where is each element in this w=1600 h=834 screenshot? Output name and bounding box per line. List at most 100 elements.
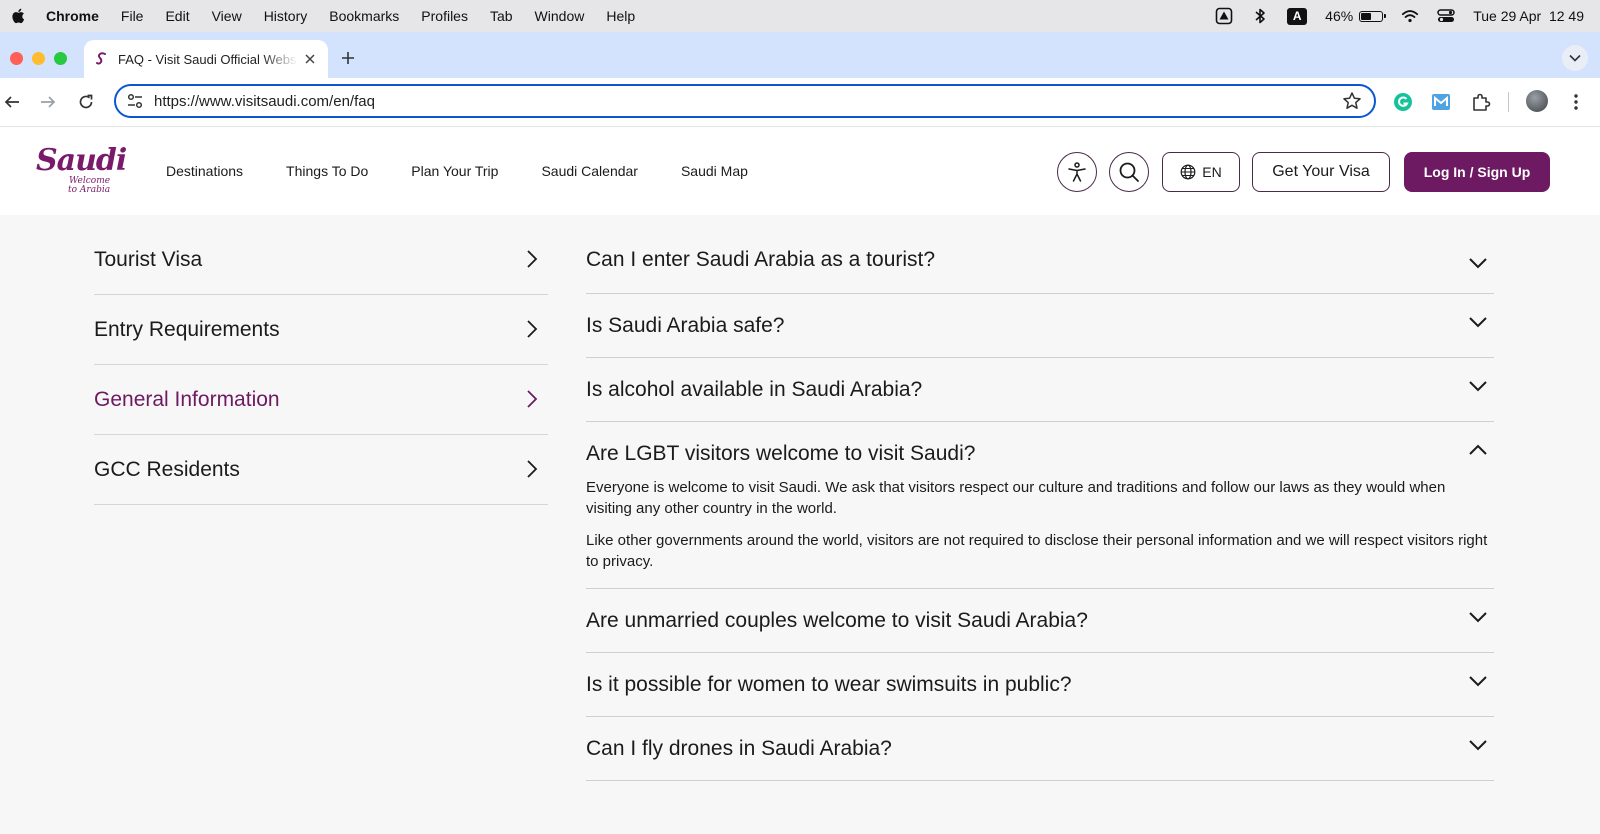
tab-close-icon[interactable] bbox=[302, 51, 318, 67]
faq-question-toggle[interactable]: Are unmarried couples welcome to visit S… bbox=[586, 589, 1494, 652]
faq-question-text: Are LGBT visitors welcome to visit Saudi… bbox=[586, 441, 976, 465]
back-arrow-icon[interactable] bbox=[2, 92, 22, 112]
category-label: Entry Requirements bbox=[94, 317, 280, 341]
menu-view[interactable]: View bbox=[212, 8, 242, 24]
search-icon bbox=[1119, 162, 1139, 182]
faq-item: Is alcohol available in Saudi Arabia? bbox=[586, 358, 1494, 422]
faq-item-expanded: Are LGBT visitors welcome to visit Saudi… bbox=[586, 422, 1494, 589]
site-header: Saudi Welcome to Arabia Destinations Thi… bbox=[0, 127, 1600, 215]
category-entry-requirements[interactable]: Entry Requirements bbox=[94, 295, 548, 365]
faq-question-toggle[interactable]: Is Saudi Arabia safe? bbox=[586, 294, 1494, 357]
chevron-down-icon bbox=[1469, 258, 1487, 269]
faq-question-text: Can I fly drones in Saudi Arabia? bbox=[586, 736, 892, 760]
chevron-down-icon bbox=[1469, 317, 1487, 328]
faq-item: Are unmarried couples welcome to visit S… bbox=[586, 589, 1494, 653]
chrome-toolbar: https://www.visitsaudi.com/en/faq bbox=[0, 78, 1600, 127]
faq-question-toggle[interactable]: Can I enter Saudi Arabia as a tourist? bbox=[586, 230, 1494, 293]
logo-brand-text: Saudi bbox=[36, 143, 127, 178]
category-label: GCC Residents bbox=[94, 457, 240, 481]
faq-question-text: Is Saudi Arabia safe? bbox=[586, 313, 785, 337]
faq-question-text: Can I enter Saudi Arabia as a tourist? bbox=[586, 248, 936, 271]
toolbar-divider bbox=[1508, 92, 1509, 112]
faq-question-toggle[interactable]: Is alcohol available in Saudi Arabia? bbox=[586, 358, 1494, 421]
nav-destinations[interactable]: Destinations bbox=[166, 163, 243, 179]
minimize-window-button[interactable] bbox=[32, 52, 45, 65]
chevron-right-icon bbox=[527, 460, 538, 478]
profile-avatar[interactable] bbox=[1526, 90, 1548, 112]
faq-question-toggle[interactable]: Are LGBT visitors welcome to visit Saudi… bbox=[586, 422, 1494, 485]
category-tourist-visa[interactable]: Tourist Visa bbox=[94, 225, 548, 295]
new-tab-icon[interactable] bbox=[338, 48, 358, 68]
accessibility-button[interactable] bbox=[1057, 152, 1097, 192]
bookmark-star-icon[interactable] bbox=[1342, 91, 1362, 111]
battery-icon bbox=[1359, 10, 1387, 22]
chevron-down-icon bbox=[1469, 612, 1487, 623]
control-center-icon[interactable] bbox=[1437, 7, 1455, 25]
faq-accordion: Can I enter Saudi Arabia as a tourist? I… bbox=[586, 230, 1494, 781]
macos-menubar: Chrome File Edit View History Bookmarks … bbox=[0, 0, 1600, 32]
chevron-down-icon bbox=[1469, 676, 1487, 687]
menu-edit[interactable]: Edit bbox=[165, 8, 189, 24]
menu-profiles[interactable]: Profiles bbox=[421, 8, 468, 24]
url-text[interactable]: https://www.visitsaudi.com/en/faq bbox=[154, 93, 1342, 110]
menu-file[interactable]: File bbox=[121, 8, 144, 24]
logo-tagline-line-2: to Arabia bbox=[68, 185, 111, 195]
faq-question-toggle[interactable]: Can I fly drones in Saudi Arabia? bbox=[586, 717, 1494, 780]
category-label: General Information bbox=[94, 387, 280, 411]
faq-item: Can I fly drones in Saudi Arabia? bbox=[586, 717, 1494, 781]
faq-item: Can I enter Saudi Arabia as a tourist? bbox=[586, 230, 1494, 294]
category-gcc-residents[interactable]: GCC Residents bbox=[94, 435, 548, 505]
faq-item: Is it possible for women to wear swimsui… bbox=[586, 653, 1494, 717]
menu-tab[interactable]: Tab bbox=[490, 8, 513, 24]
site-settings-icon[interactable] bbox=[126, 92, 144, 110]
menubar-datetime[interactable]: Tue 29 Apr 12 49 bbox=[1473, 8, 1584, 24]
menu-help[interactable]: Help bbox=[606, 8, 635, 24]
faq-answer: Everyone is welcome to visit Saudi. We a… bbox=[586, 477, 1494, 588]
mail-extension-icon[interactable] bbox=[1430, 91, 1452, 113]
tab-search-icon[interactable] bbox=[1562, 45, 1588, 71]
drive-icon[interactable] bbox=[1215, 7, 1233, 25]
login-signup-button[interactable]: Log In / Sign Up bbox=[1404, 152, 1550, 192]
tab-title: FAQ - Visit Saudi Official Website bbox=[118, 51, 298, 67]
site-search-button[interactable] bbox=[1109, 152, 1149, 192]
address-bar[interactable]: https://www.visitsaudi.com/en/faq bbox=[114, 84, 1376, 118]
faq-item: Is Saudi Arabia safe? bbox=[586, 294, 1494, 358]
menu-bookmarks[interactable]: Bookmarks bbox=[329, 8, 399, 24]
close-window-button[interactable] bbox=[10, 52, 23, 65]
extensions-puzzle-icon[interactable] bbox=[1470, 91, 1492, 113]
nav-plan-your-trip[interactable]: Plan Your Trip bbox=[411, 163, 498, 179]
chevron-down-icon bbox=[1469, 740, 1487, 751]
category-label: Tourist Visa bbox=[94, 247, 203, 271]
chevron-right-icon bbox=[527, 390, 538, 408]
visit-saudi-logo[interactable]: Saudi Welcome to Arabia bbox=[36, 143, 128, 197]
menu-app-name[interactable]: Chrome bbox=[46, 8, 99, 24]
menu-history[interactable]: History bbox=[264, 8, 308, 24]
nav-things-to-do[interactable]: Things To Do bbox=[286, 163, 368, 179]
grammarly-extension-icon[interactable] bbox=[1392, 91, 1414, 113]
faq-question-text: Is it possible for women to wear swimsui… bbox=[586, 672, 1072, 696]
faq-question-toggle[interactable]: Is it possible for women to wear swimsui… bbox=[586, 653, 1494, 716]
wifi-icon[interactable] bbox=[1401, 7, 1419, 25]
nav-saudi-map[interactable]: Saudi Map bbox=[681, 163, 748, 179]
chevron-down-icon bbox=[1469, 381, 1487, 392]
reload-icon[interactable] bbox=[76, 92, 96, 112]
faq-question-text: Are unmarried couples welcome to visit S… bbox=[586, 608, 1088, 632]
window-controls bbox=[10, 52, 67, 65]
battery-status[interactable]: 46% bbox=[1325, 8, 1387, 24]
get-your-visa-button[interactable]: Get Your Visa bbox=[1252, 152, 1390, 192]
zoom-window-button[interactable] bbox=[54, 52, 67, 65]
apple-icon[interactable] bbox=[10, 7, 28, 25]
visit-saudi-favicon bbox=[96, 52, 106, 65]
faq-answer-paragraph: Like other governments around the world,… bbox=[586, 532, 1488, 570]
browser-tab-active[interactable]: FAQ - Visit Saudi Official Website bbox=[84, 40, 328, 78]
category-general-information[interactable]: General Information bbox=[94, 365, 548, 435]
battery-fill bbox=[1361, 12, 1372, 20]
input-source-badge[interactable]: A bbox=[1287, 7, 1308, 25]
bluetooth-icon[interactable] bbox=[1251, 7, 1269, 25]
chevron-up-icon bbox=[1469, 444, 1487, 455]
nav-saudi-calendar[interactable]: Saudi Calendar bbox=[541, 163, 638, 179]
menu-window[interactable]: Window bbox=[535, 8, 585, 24]
more-menu-icon[interactable] bbox=[1566, 91, 1586, 113]
forward-arrow-icon[interactable] bbox=[38, 92, 58, 112]
language-button[interactable]: EN bbox=[1162, 152, 1240, 192]
